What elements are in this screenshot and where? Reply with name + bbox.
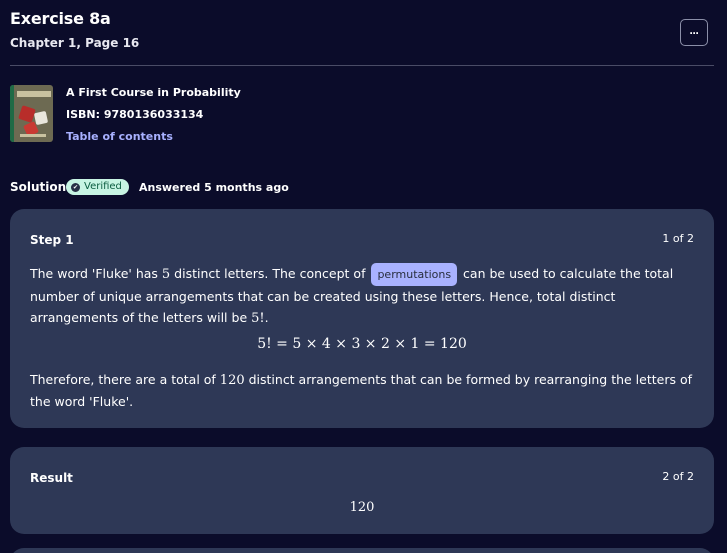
answered-time: Answered 5 months ago <box>139 181 289 194</box>
dice-icon <box>33 110 49 126</box>
solution-label: Solution <box>10 180 67 194</box>
book-cover-image[interactable] <box>10 85 53 142</box>
chapter-page-subtitle: Chapter 1, Page 16 <box>10 36 140 50</box>
next-card <box>10 548 714 553</box>
factorial-equation: 5! = 5 × 4 × 3 × 2 × 1 = 120 <box>257 336 467 352</box>
cover-author-band <box>20 134 46 137</box>
exercise-title: Exercise 8a <box>10 9 111 28</box>
header-divider <box>10 65 714 66</box>
text-segment: Therefore, there are a total of <box>30 372 220 387</box>
step-explanation: The word 'Fluke' has 5 distinct letters.… <box>30 263 698 329</box>
permutations-concept-chip[interactable]: permutations <box>371 263 458 286</box>
step-title: Step 1 <box>30 233 74 247</box>
math-number: 5 <box>161 267 171 282</box>
result-card: Result 2 of 2 120 <box>10 447 714 534</box>
step-conclusion: Therefore, there are a total of 120 dist… <box>30 369 698 412</box>
step-card: Step 1 1 of 2 The word 'Fluke' has 5 dis… <box>10 209 714 428</box>
cover-spine <box>10 85 14 142</box>
text-segment: The word 'Fluke' has <box>30 266 162 281</box>
cover-title-band <box>17 91 51 97</box>
result-count: 2 of 2 <box>662 470 694 483</box>
result-value: 120 <box>349 500 375 515</box>
solution-page: Exercise 8a Chapter 1, Page 16 ··· A Fir… <box>0 0 727 553</box>
table-of-contents-link[interactable]: Table of contents <box>66 130 173 143</box>
verified-badge-label: Verified <box>84 181 122 192</box>
text-segment: distinct letters. The concept of <box>170 266 370 281</box>
more-options-button[interactable]: ··· <box>680 19 708 46</box>
verified-badge: ✔ Verified <box>66 179 129 195</box>
math-factorial: 5! <box>251 311 265 326</box>
verified-check-icon: ✔ <box>71 182 80 192</box>
text-segment: . <box>264 310 269 325</box>
book-title[interactable]: A First Course in Probability <box>66 86 241 99</box>
result-title: Result <box>30 471 73 485</box>
book-isbn: ISBN: 9780136033134 <box>66 108 204 121</box>
step-count: 1 of 2 <box>662 232 694 245</box>
math-number: 120 <box>219 373 245 388</box>
